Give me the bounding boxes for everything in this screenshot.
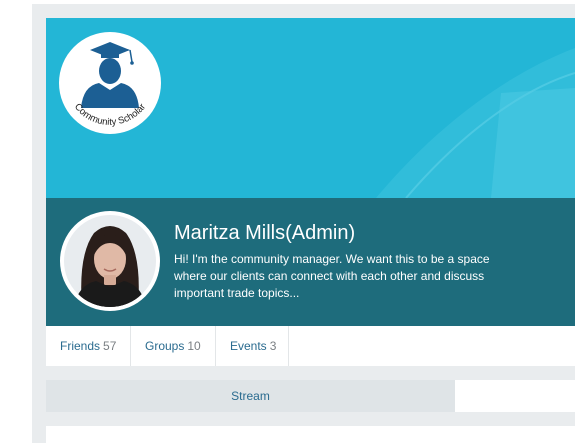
stat-friends-label: Friends [60,339,101,353]
stat-events-count: 3 [269,339,277,353]
profile-stats-bar: Friends 57 Groups 10 Events 3 [46,326,575,366]
community-logo[interactable]: Community Scholar [59,32,161,134]
tab-stream[interactable]: Stream [46,380,455,412]
profile-photo [64,215,156,307]
profile-bio: Hi! I'm the community manager. We want t… [174,252,490,300]
stat-groups-label: Groups [145,339,185,353]
stream-content-card [46,426,575,443]
tab-bar-filler [455,380,575,412]
avatar[interactable] [60,211,160,311]
stat-groups[interactable]: Groups 10 [131,326,216,366]
profile-name: Maritza Mills(Admin) [174,222,356,244]
stat-groups-count: 10 [187,339,201,353]
stat-friends-count: 57 [103,339,117,353]
stat-events-label: Events [230,339,267,353]
stat-events[interactable]: Events 3 [216,326,289,366]
stat-friends[interactable]: Friends 57 [46,326,131,366]
profile-tabs: Stream [46,380,575,412]
graduate-icon: Community Scholar [72,42,148,128]
